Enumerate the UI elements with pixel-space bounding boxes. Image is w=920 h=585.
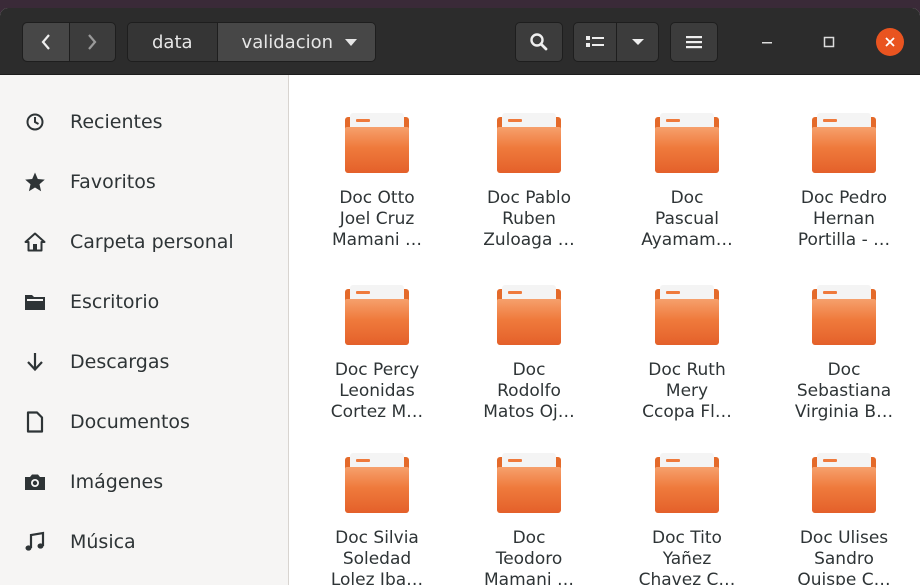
hamburger-menu-icon (686, 36, 702, 49)
folder-name: Doc Pascual Ayamam… (641, 188, 733, 250)
star-icon (24, 171, 46, 193)
desktop-folder-icon (24, 291, 46, 313)
sidebar-item-musica[interactable]: Música (0, 517, 288, 567)
music-icon (24, 531, 46, 553)
folder-item[interactable]: Doc Teodoro Mamani … (459, 453, 599, 585)
folder-icon (345, 285, 409, 345)
folder-item[interactable]: Doc Ruth Mery Ccopa Fl… (617, 285, 757, 423)
folder-icon (497, 285, 561, 345)
folder-name: Doc Rodolfo Matos Oj… (483, 360, 575, 422)
folder-item[interactable]: Doc Sebastiana Virginia B… (774, 285, 914, 423)
folder-item[interactable]: Doc Pascual Ayamam… (617, 113, 757, 251)
sidebar-item-label: Imágenes (70, 471, 164, 493)
folder-name: Doc Percy Leonidas Cortez M… (330, 360, 424, 422)
folder-item[interactable]: Doc Tito Yañez Chavez C… (617, 453, 757, 585)
folder-icon (812, 453, 876, 513)
clock-icon (24, 111, 46, 133)
chevron-right-icon (88, 34, 97, 50)
sidebar-item-favoritos[interactable]: Favoritos (0, 157, 288, 207)
breadcrumb: data validacion (127, 22, 377, 62)
download-icon (24, 351, 46, 373)
search-icon (530, 33, 548, 51)
list-view-icon (586, 36, 605, 47)
folder-icon (812, 113, 876, 173)
sidebar-item-escritorio[interactable]: Escritorio (0, 277, 288, 327)
view-toggle-group (573, 22, 659, 62)
search-button[interactable] (515, 22, 563, 62)
folder-name: Doc Tito Yañez Chavez C… (638, 528, 736, 585)
folder-icon (812, 285, 876, 345)
sidebar-item-documentos[interactable]: Documentos (0, 397, 288, 447)
folder-name: Doc Ulises Sandro Quispe C… (797, 528, 891, 585)
close-button[interactable] (876, 28, 904, 56)
folder-item[interactable]: Doc Pablo Ruben Zuloaga … (459, 113, 599, 251)
folder-item[interactable]: Doc Rodolfo Matos Oj… (459, 285, 599, 423)
folder-icon (655, 113, 719, 173)
breadcrumb-data-label: data (152, 31, 193, 53)
file-grid: Doc Otto Joel Cruz Mamani … Doc Pablo Ruben… (289, 75, 920, 585)
home-icon (24, 231, 46, 253)
folder-item[interactable]: Doc Silvia Soledad Lolez Iba… (307, 453, 447, 585)
navigation-buttons (22, 22, 116, 62)
breadcrumb-data[interactable]: data (128, 23, 217, 61)
folder-item[interactable]: Doc Percy Leonidas Cortez M… (307, 285, 447, 423)
minimize-button[interactable] (752, 28, 782, 56)
back-button[interactable] (23, 23, 70, 61)
folder-name: Doc Sebastiana Virginia B… (794, 360, 894, 422)
camera-icon (24, 471, 46, 493)
breadcrumb-validacion[interactable]: validacion (216, 23, 376, 61)
sidebar-item-label: Descargas (70, 351, 170, 373)
folder-icon (345, 453, 409, 513)
header-bar: data validacion (0, 8, 920, 75)
chevron-left-icon (41, 34, 50, 50)
folder-item[interactable]: Doc Pedro Hernan Portilla - … (774, 113, 914, 251)
folder-name: Doc Pedro Hernan Portilla - … (797, 188, 891, 250)
maximize-button[interactable] (814, 28, 844, 56)
minimize-icon (762, 42, 772, 44)
maximize-icon (823, 36, 835, 48)
sidebar-item-label: Escritorio (70, 291, 160, 313)
view-options-button[interactable] (617, 23, 658, 61)
forward-button[interactable] (70, 23, 116, 61)
sidebar-item-label: Documentos (70, 411, 190, 433)
sidebar-item-imagenes[interactable]: Imágenes (0, 457, 288, 507)
sidebar-item-carpeta-personal[interactable]: Carpeta personal (0, 217, 288, 267)
folder-icon (497, 453, 561, 513)
dropdown-arrow-icon (345, 38, 358, 46)
sidebar-item-label: Recientes (70, 111, 163, 133)
folder-name: Doc Otto Joel Cruz Mamani … (332, 188, 422, 250)
folder-icon (655, 453, 719, 513)
sidebar-item-label: Música (70, 531, 136, 553)
sidebar-item-label: Carpeta personal (70, 231, 234, 253)
list-view-button[interactable] (574, 23, 618, 61)
folder-icon (345, 113, 409, 173)
chevron-down-icon (631, 39, 644, 45)
breadcrumb-validacion-label: validacion (241, 31, 334, 53)
menu-button[interactable] (670, 22, 718, 62)
document-icon (24, 411, 46, 433)
folder-name: Doc Pablo Ruben Zuloaga … (483, 188, 575, 250)
folder-item[interactable]: Doc Otto Joel Cruz Mamani … (307, 113, 447, 251)
folder-icon (497, 113, 561, 173)
folder-icon (655, 285, 719, 345)
folder-item[interactable]: Doc Ulises Sandro Quispe C… (774, 453, 914, 585)
sidebar-item-recientes[interactable]: Recientes (0, 97, 288, 147)
close-icon (885, 37, 895, 47)
folder-name: Doc Teodoro Mamani … (484, 528, 574, 585)
folder-name: Doc Ruth Mery Ccopa Fl… (642, 360, 732, 422)
sidebar-item-descargas[interactable]: Descargas (0, 337, 288, 387)
sidebar-item-label: Favoritos (70, 171, 156, 193)
file-manager-window: data validacion Recientes Favoritos Carp… (0, 8, 920, 585)
folder-name: Doc Silvia Soledad Lolez Iba… (330, 528, 424, 585)
sidebar: Recientes Favoritos Carpeta personal Esc… (0, 75, 289, 585)
